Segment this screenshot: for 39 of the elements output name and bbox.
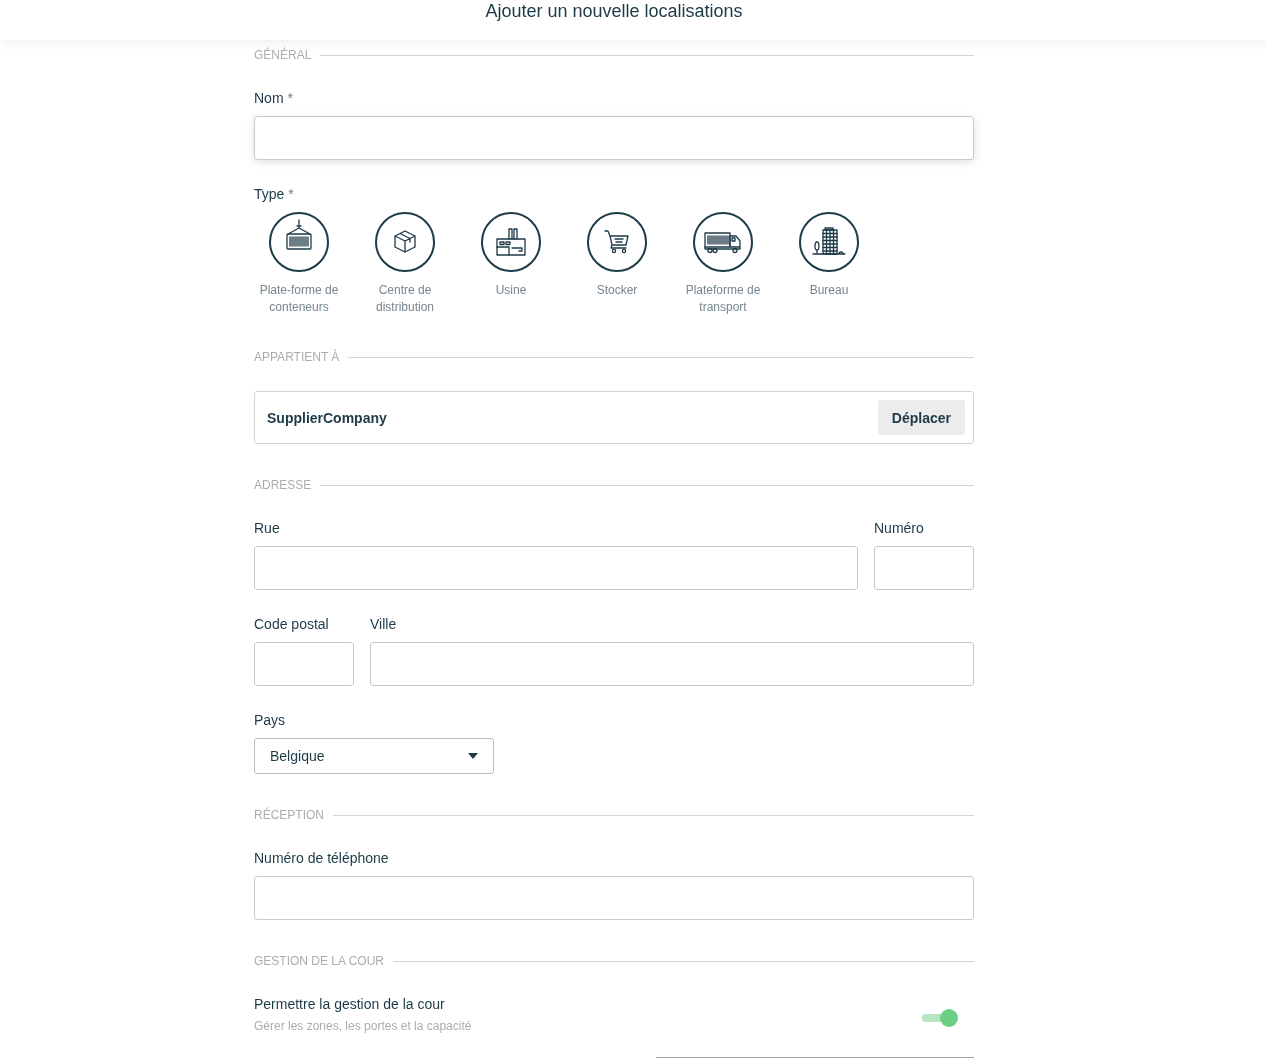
- field-label: Nom *: [254, 89, 294, 107]
- section-title: RÉCEPTION: [254, 807, 324, 823]
- type-option[interactable]: Plateforme de transport: [678, 212, 768, 316]
- type-option[interactable]: Usine: [466, 212, 556, 316]
- toggle-switch[interactable]: [922, 1008, 958, 1027]
- box-icon: [375, 212, 435, 272]
- building-icon: [799, 212, 859, 272]
- setting-description: Gérer les zones, les portes et la capacité: [254, 1018, 472, 1034]
- field-label: Numéro: [874, 519, 925, 537]
- caret-icon: [468, 753, 478, 759]
- page-title: Ajouter un nouvelle localisations: [485, 0, 743, 22]
- type-option[interactable]: Centre de distribution: [360, 212, 450, 316]
- text-field[interactable]: [874, 546, 974, 590]
- company-name: SupplierCompany: [267, 409, 387, 426]
- text-field[interactable]: [254, 876, 974, 920]
- text-field[interactable]: [254, 546, 858, 590]
- section-title: APPARTIENT À: [254, 349, 340, 365]
- cart-icon: [587, 212, 647, 272]
- move-button[interactable]: Déplacer: [877, 400, 965, 435]
- field-label: Code postal: [254, 615, 330, 633]
- section-title: GESTION DE LA COUR: [254, 953, 385, 969]
- container-icon: [269, 212, 329, 272]
- text-field[interactable]: [254, 116, 974, 160]
- type-option[interactable]: Plate-forme de conteneurs: [254, 212, 344, 316]
- factory-icon: [481, 212, 541, 272]
- field-label: Numéro de téléphone: [254, 849, 390, 867]
- type-option[interactable]: Bureau: [784, 212, 874, 316]
- section-title: ADRESSE: [254, 477, 312, 493]
- text-field[interactable]: [254, 642, 354, 686]
- truck-icon: [693, 212, 753, 272]
- field-label: Ville: [370, 615, 398, 633]
- field-label: Pays: [254, 711, 287, 729]
- text-field[interactable]: [370, 642, 974, 686]
- type-option[interactable]: Stocker: [572, 212, 662, 316]
- section-title: GÉNÉRAL: [254, 47, 312, 63]
- setting-label: Permettre la gestion de la cour: [254, 995, 446, 1013]
- field-label: Rue: [254, 519, 281, 537]
- field-label: Type *: [254, 185, 295, 203]
- country-select[interactable]: Belgique: [254, 738, 494, 774]
